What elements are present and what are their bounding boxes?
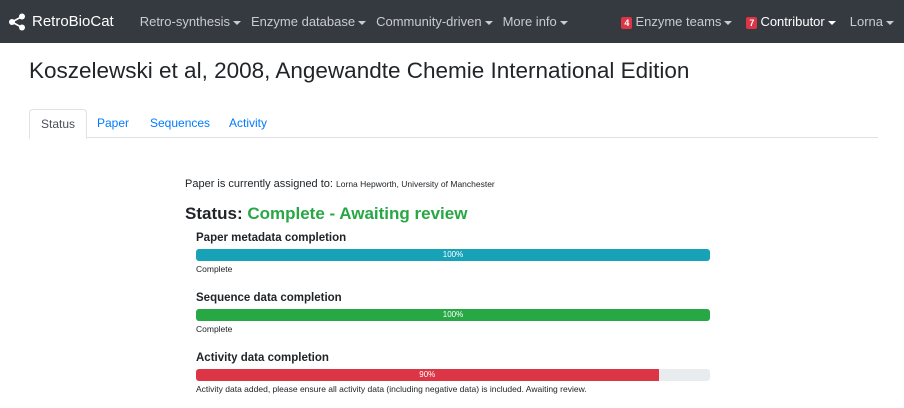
chevron-down-icon	[358, 20, 367, 25]
navbar: RetroBioCat Retro-synthesis Enzyme datab…	[0, 0, 904, 43]
tab-bar: Status Paper Sequences Activity	[29, 109, 878, 139]
metadata-progress-block: Paper metadata completion 100% Complete	[196, 232, 710, 274]
menu-community-driven[interactable]: Community-driven	[376, 14, 493, 29]
activity-progress-block: Activity data completion 90% Activity da…	[196, 352, 710, 394]
progress-note: Activity data added, please ensure all a…	[196, 384, 587, 394]
chevron-down-icon	[559, 20, 568, 25]
progress-bar: 100%	[196, 309, 710, 321]
brand-name: RetroBioCat	[32, 13, 114, 30]
share-icon	[9, 13, 25, 30]
menu-label: Contributor	[760, 14, 825, 29]
chevron-down-icon	[484, 20, 493, 25]
chevron-down-icon	[827, 20, 836, 25]
assignment-info: Paper is currently assigned to: Lorna He…	[185, 178, 495, 190]
progress-label: Paper metadata completion	[196, 232, 347, 244]
notification-badge: 7	[746, 17, 758, 29]
brand-link[interactable]: RetroBioCat	[8, 13, 114, 31]
menu-user[interactable]: Lorna	[850, 14, 894, 29]
menu-enzyme-database[interactable]: Enzyme database	[251, 14, 367, 29]
progress-label: Activity data completion	[196, 352, 329, 364]
progress-fill: 90%	[196, 369, 659, 381]
menu-label: Enzyme database	[251, 14, 356, 29]
progress-fill: 100%	[196, 249, 710, 261]
progress-label: Sequence data completion	[196, 292, 342, 304]
status-value: Complete - Awaiting review	[247, 204, 468, 223]
tab-sequences[interactable]: Sequences	[150, 109, 210, 137]
progress-bar: 90%	[196, 369, 710, 381]
chevron-down-icon	[886, 20, 894, 25]
menu-retro-synthesis[interactable]: Retro-synthesis	[139, 14, 242, 29]
progress-bar: 100%	[196, 249, 710, 261]
menu-label: More info	[502, 14, 557, 29]
menu-label: Community-driven	[376, 14, 482, 29]
menu-enzyme-teams[interactable]: 4 Enzyme teams	[621, 14, 733, 29]
assignee: Lorna Hepworth, University of Manchester	[336, 179, 495, 189]
page-title: Koszelewski et al, 2008, Angewandte Chem…	[29, 58, 690, 83]
tab-paper[interactable]: Paper	[97, 109, 129, 137]
progress-note: Complete	[196, 264, 233, 274]
status-label: Status:	[185, 204, 248, 223]
progress-fill: 100%	[196, 309, 710, 321]
chevron-down-icon	[233, 20, 242, 25]
status-heading: Status: Complete - Awaiting review	[185, 204, 467, 224]
menu-label: Enzyme teams	[635, 14, 722, 29]
progress-note: Complete	[196, 324, 233, 334]
menu-label: Retro-synthesis	[139, 14, 231, 29]
tab-activity[interactable]: Activity	[229, 109, 267, 137]
assignment-prefix: Paper is currently assigned to:	[185, 178, 337, 190]
user-name: Lorna	[849, 14, 883, 29]
tab-status[interactable]: Status	[29, 109, 88, 139]
sequence-progress-block: Sequence data completion 100% Complete	[196, 292, 710, 334]
menu-more-info[interactable]: More info	[503, 14, 568, 29]
chevron-down-icon	[724, 20, 733, 25]
menu-contributor[interactable]: 7 Contributor	[746, 14, 836, 29]
notification-badge: 4	[621, 17, 633, 29]
